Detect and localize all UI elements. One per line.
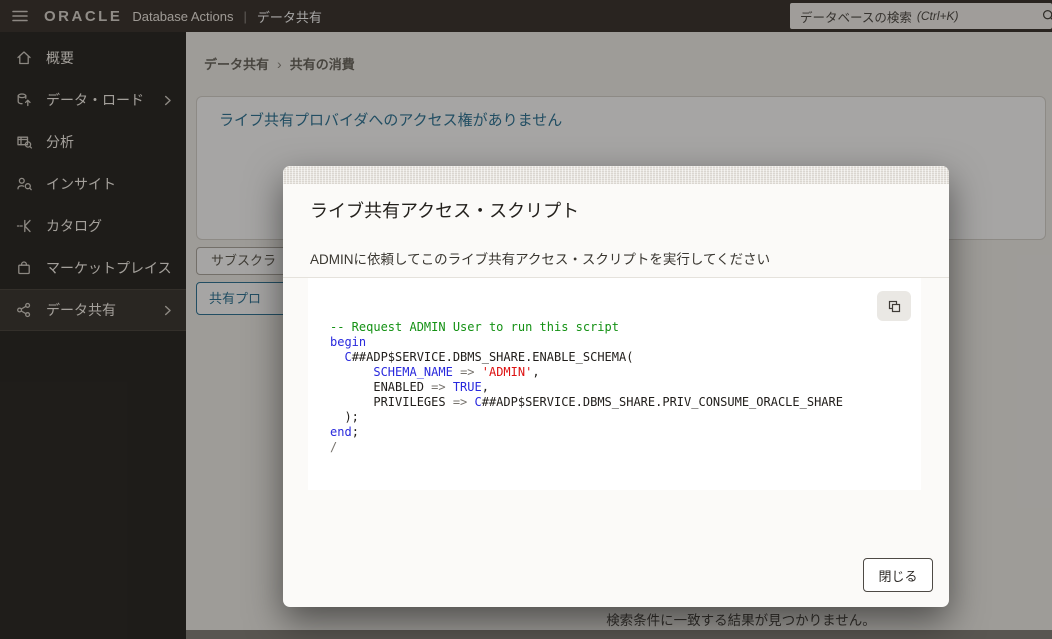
screen: ORACLE Database Actions | データ共有 データベースの検… — [0, 0, 1052, 639]
script-code: -- Request ADMIN User to run this script… — [330, 320, 913, 455]
code-line: end; — [330, 425, 913, 440]
live-share-access-script-dialog: ライブ共有アクセス・スクリプト ADMINに依頼してこのライブ共有アクセス・スク… — [283, 166, 949, 607]
code-line: begin — [330, 335, 913, 350]
code-line: C##ADP$SERVICE.DBMS_SHARE.ENABLE_SCHEMA( — [330, 350, 913, 365]
script-code-panel: -- Request ADMIN User to run this script… — [308, 278, 921, 490]
dialog-instruction: ADMINに依頼してこのライブ共有アクセス・スクリプトを実行してください — [310, 248, 770, 268]
copy-button[interactable] — [877, 291, 911, 321]
dialog-title: ライブ共有アクセス・スクリプト — [310, 197, 579, 223]
dialog-texture-band — [283, 166, 949, 184]
code-line: ENABLED => TRUE, — [330, 380, 913, 395]
copy-icon — [886, 298, 902, 314]
code-line: / — [330, 440, 913, 455]
code-line: SCHEMA_NAME => 'ADMIN', — [330, 365, 913, 380]
code-line: PRIVILEGES => C##ADP$SERVICE.DBMS_SHARE.… — [330, 395, 913, 410]
code-line: ); — [330, 410, 913, 425]
code-line: -- Request ADMIN User to run this script — [330, 320, 913, 335]
close-button[interactable]: 閉じる — [863, 558, 933, 592]
